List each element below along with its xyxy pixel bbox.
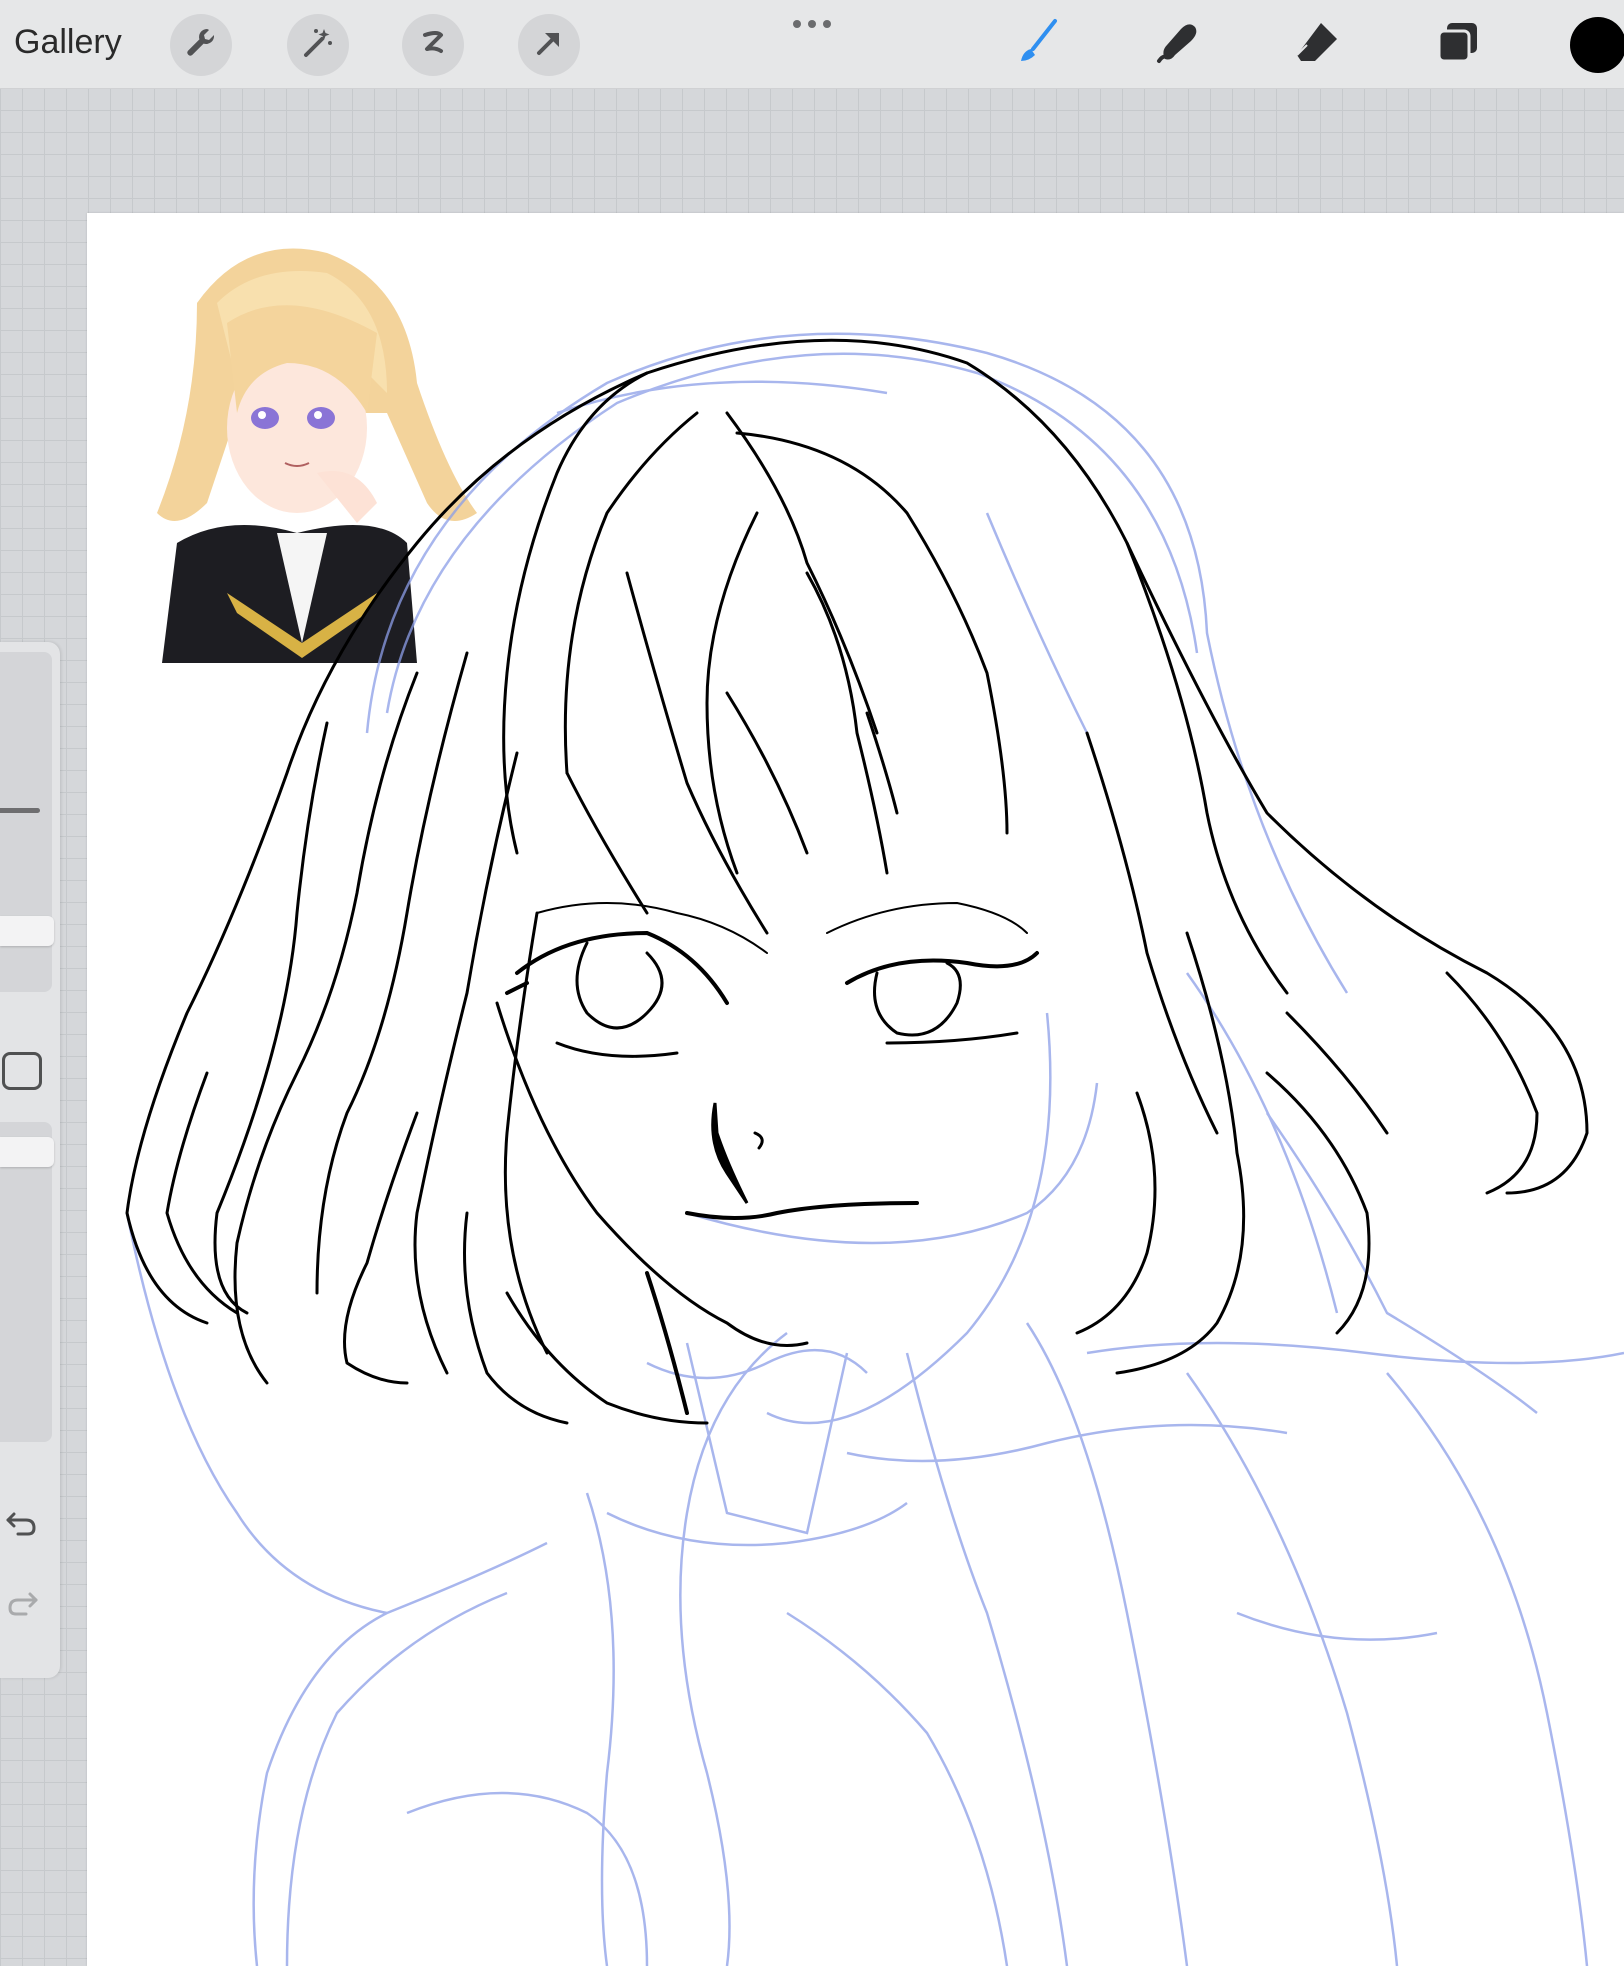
opacity-slider-handle[interactable]	[0, 1136, 54, 1167]
modify-square-icon	[2, 1052, 42, 1090]
brush-icon	[1011, 15, 1065, 74]
top-toolbar: Gallery	[0, 0, 1624, 89]
actions-button[interactable]	[170, 14, 232, 76]
wrench-icon	[183, 25, 219, 66]
more-dot	[793, 20, 801, 28]
color-picker-swatch[interactable]	[1570, 17, 1624, 73]
adjustments-button[interactable]	[287, 14, 349, 76]
more-options-button[interactable]	[788, 14, 836, 34]
redo-button[interactable]	[2, 1582, 42, 1622]
selection-button[interactable]	[402, 14, 464, 76]
slider-divider	[0, 808, 40, 813]
smudge-tool-button[interactable]	[1148, 14, 1208, 74]
drawing-canvas[interactable]	[87, 213, 1624, 1966]
selection-icon	[415, 25, 451, 66]
brush-size-slider-handle[interactable]	[0, 915, 54, 946]
layers-button[interactable]	[1428, 14, 1488, 74]
opacity-slider[interactable]	[0, 1122, 54, 1442]
smudge-icon	[1151, 15, 1205, 74]
reference-image	[127, 233, 477, 663]
redo-icon	[2, 1592, 42, 1626]
modify-button[interactable]	[0, 1046, 42, 1090]
more-dot	[823, 20, 831, 28]
eraser-tool-button[interactable]	[1288, 14, 1348, 74]
more-dot	[808, 20, 816, 28]
brush-tool-button[interactable]	[1008, 14, 1068, 74]
transform-arrow-icon	[531, 25, 567, 66]
eraser-icon	[1291, 15, 1345, 74]
brush-size-slider[interactable]	[0, 652, 54, 992]
artwork	[125, 233, 1624, 1966]
layers-icon	[1431, 15, 1485, 74]
left-sidebar	[0, 642, 60, 1678]
undo-icon	[2, 1512, 42, 1546]
magic-wand-icon	[300, 25, 336, 66]
undo-button[interactable]	[2, 1502, 42, 1542]
gallery-button[interactable]: Gallery	[14, 20, 122, 64]
transform-button[interactable]	[518, 14, 580, 76]
